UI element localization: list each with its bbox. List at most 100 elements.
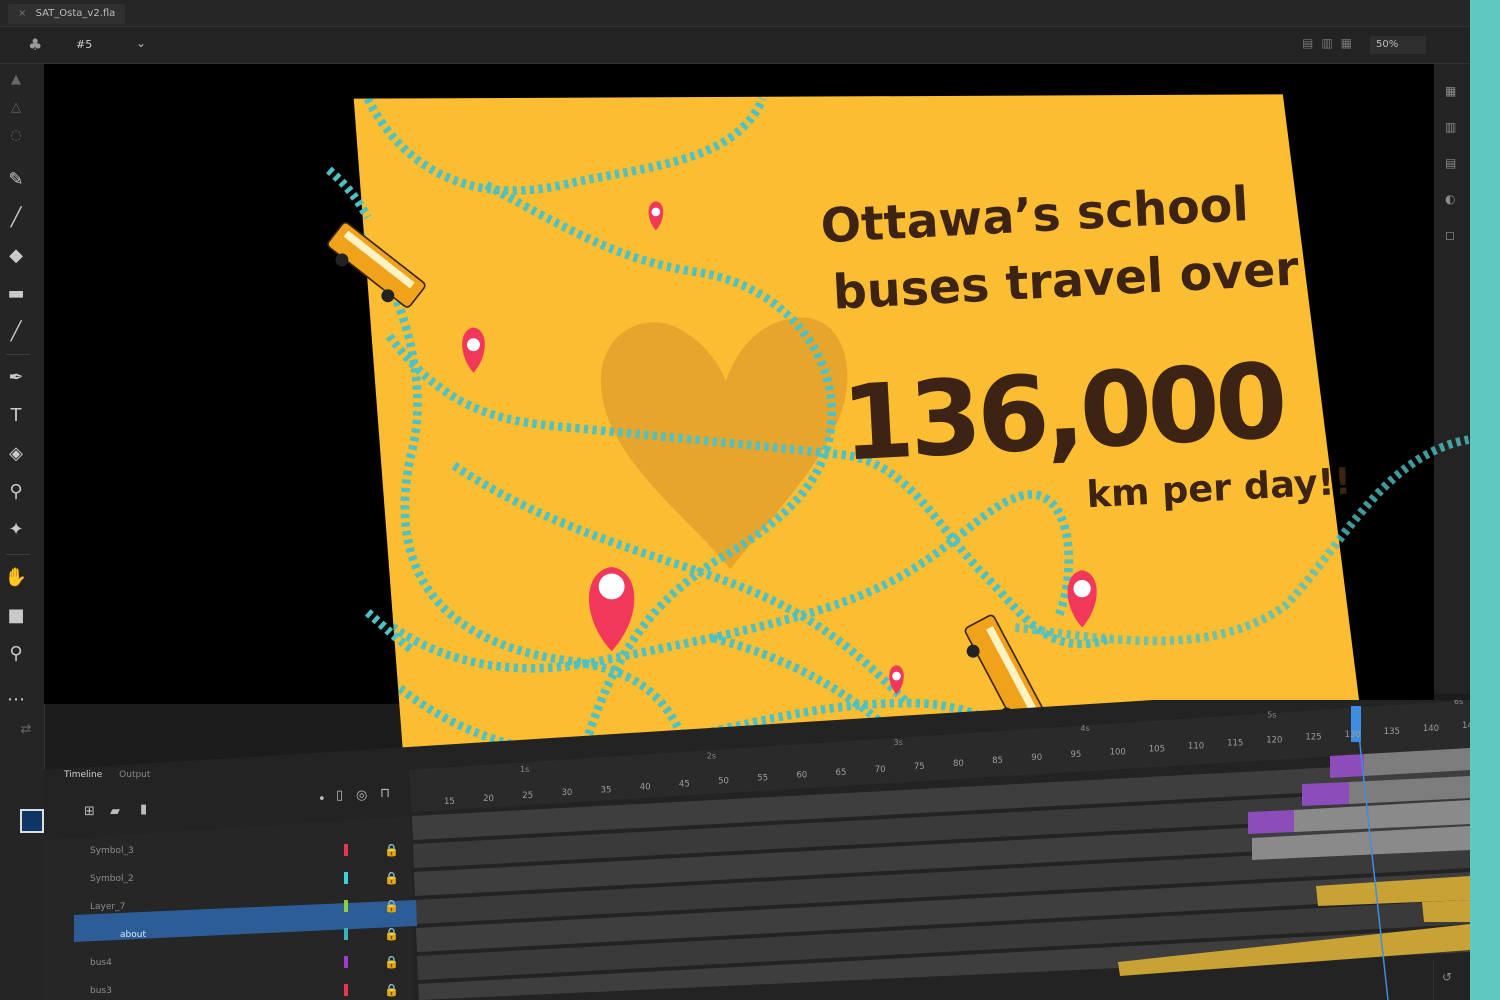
paint-brush-icon[interactable]: ✎: [2, 166, 30, 194]
document-tab-label: SAT_Osta_v2.fla: [35, 8, 116, 19]
lock-all-icon[interactable]: ⊓: [380, 786, 390, 801]
lock-icon[interactable]: 🔒: [384, 899, 399, 913]
loop-icon[interactable]: ↺: [1442, 970, 1456, 984]
frame-number: 100: [1110, 747, 1126, 757]
tab-output[interactable]: Output: [119, 770, 150, 780]
subselection-tool-icon[interactable]: △: [2, 94, 30, 122]
zoom-select[interactable]: 50%: [1370, 36, 1426, 54]
layer-color-marker[interactable]: [344, 900, 348, 912]
frame-number: 110: [1188, 741, 1204, 751]
layer-row[interactable]: Layer_7 🔒: [90, 894, 399, 920]
big-number[interactable]: 136,000: [839, 342, 1286, 485]
layer-color-marker[interactable]: [344, 984, 348, 996]
frame-number: 35: [601, 785, 612, 795]
scene-name[interactable]: #5: [76, 38, 92, 51]
frame-number: 115: [1227, 739, 1243, 749]
fill-color-swatch[interactable]: [20, 809, 44, 833]
lasso-tool-icon[interactable]: ◌: [2, 122, 30, 150]
lock-icon[interactable]: 🔒: [384, 843, 399, 857]
frame-number: 20: [483, 794, 494, 804]
scene-icon[interactable]: ♣: [28, 35, 42, 54]
more-tools-icon[interactable]: ⋯: [2, 686, 30, 714]
camera-tool-icon[interactable]: ■: [2, 602, 30, 630]
frame-number: 145: [1462, 721, 1470, 731]
chevron-down-icon[interactable]: ⌄: [136, 36, 146, 50]
frame-number: 55: [757, 774, 768, 784]
second-marker: 2s: [707, 751, 716, 760]
second-marker: 4s: [1080, 724, 1089, 733]
pen-tool-icon[interactable]: ✒: [2, 364, 30, 392]
frame-number: 95: [1070, 750, 1081, 760]
frame-number: 60: [796, 771, 807, 781]
frame-number: 130: [1345, 730, 1361, 740]
layer-color-marker[interactable]: [344, 956, 348, 968]
eyedropper-icon[interactable]: ⚲: [2, 478, 30, 506]
frame-number: 75: [914, 762, 925, 772]
tab-timeline[interactable]: Timeline: [64, 770, 102, 780]
frame-number: 65: [836, 768, 847, 778]
lock-icon[interactable]: 🔒: [384, 871, 399, 885]
second-marker: 5s: [1267, 711, 1276, 720]
frame-number: 40: [640, 782, 651, 792]
pin-tool-icon[interactable]: ✦: [2, 516, 30, 544]
layer-name: Symbol_2: [90, 874, 134, 884]
second-marker: 1s: [520, 765, 529, 774]
layer-name: bus3: [90, 986, 112, 996]
frame-number: 105: [1149, 744, 1165, 754]
hand-tool-icon[interactable]: ✋: [2, 564, 30, 592]
layer-row[interactable]: Symbol_2 🔒: [90, 866, 399, 892]
zoom-tool-icon[interactable]: ⚲: [2, 640, 30, 668]
frame-number: 50: [718, 777, 729, 787]
second-marker: 3s: [894, 738, 903, 747]
new-layer-icon[interactable]: ⊞: [84, 804, 95, 819]
frame-number: 140: [1423, 724, 1439, 734]
edit-bar: ♣ #5 ⌄ ▤▥▦ 50%: [0, 27, 1470, 64]
layer-color-marker[interactable]: [344, 844, 348, 856]
layer-name: Layer_7: [90, 902, 126, 912]
layer-name: about: [120, 930, 146, 940]
lock-icon[interactable]: 🔒: [384, 983, 399, 997]
lock-icon[interactable]: 🔒: [384, 955, 399, 969]
layer-row[interactable]: bus3 🔒: [90, 978, 399, 1000]
layer-row[interactable]: Symbol_3 🔒: [90, 838, 399, 864]
stage-options-icons[interactable]: ▤▥▦: [1302, 36, 1360, 50]
layer-row[interactable]: bus4 🔒: [90, 950, 399, 976]
layer-name: Symbol_3: [90, 846, 134, 856]
text-tool-icon[interactable]: T: [2, 402, 30, 430]
delete-layer-icon[interactable]: ▮: [140, 802, 147, 817]
frame-number: 15: [444, 797, 455, 807]
frame-number: 135: [1384, 727, 1400, 737]
new-folder-icon[interactable]: ▰: [110, 804, 120, 819]
animate-window: × SAT_Osta_v2.fla ♣ #5 ⌄ ▤▥▦ 50% ▲ △ ◌ ✎…: [0, 0, 1470, 1000]
layer-color-marker[interactable]: [344, 872, 348, 884]
stage-area: Ottawa’s school buses travel over 136,00…: [44, 64, 1470, 824]
frame-number: 80: [953, 759, 964, 769]
close-icon[interactable]: ×: [18, 8, 26, 19]
layer-color-marker[interactable]: [344, 928, 348, 940]
frame-number: 90: [1031, 753, 1042, 763]
timeline-panel: 15 20 25 30 35 40 45 50 55 60 65 70 75 80 85 90 95 100 105…: [44, 700, 1470, 1000]
layer-name: bus4: [90, 958, 112, 968]
eye-hidden-icon[interactable]: ◎: [356, 788, 367, 803]
rectangle-tool-icon[interactable]: ▬: [2, 280, 30, 308]
selection-tool-icon[interactable]: ▲: [2, 66, 30, 94]
eraser-icon[interactable]: ◆: [2, 242, 30, 270]
frame-number: 45: [679, 779, 690, 789]
lock-icon[interactable]: 🔒: [384, 927, 399, 941]
timeline-footer-controls: ↺: [1433, 960, 1470, 1000]
frame-number: 25: [522, 791, 533, 801]
frame-number: 70: [875, 765, 886, 775]
brush-tool-icon[interactable]: ╱: [2, 204, 30, 232]
document-tab[interactable]: × SAT_Osta_v2.fla: [8, 4, 126, 24]
second-marker: 6s: [1454, 700, 1463, 706]
swap-colors-icon[interactable]: ⇄: [12, 716, 40, 744]
frame-number: 30: [561, 788, 572, 798]
paint-bucket-icon[interactable]: ◈: [2, 440, 30, 468]
frame-number: 125: [1305, 733, 1321, 743]
layer-row[interactable]: about 🔒: [120, 922, 399, 948]
frame-number: 85: [992, 756, 1003, 766]
outline-layers-icon[interactable]: ▯: [336, 788, 343, 803]
timeline-panel-tabs: Timeline Output: [64, 770, 164, 780]
highlight-layers-icon[interactable]: •: [318, 792, 326, 807]
line-tool-icon[interactable]: ╱: [2, 318, 30, 346]
